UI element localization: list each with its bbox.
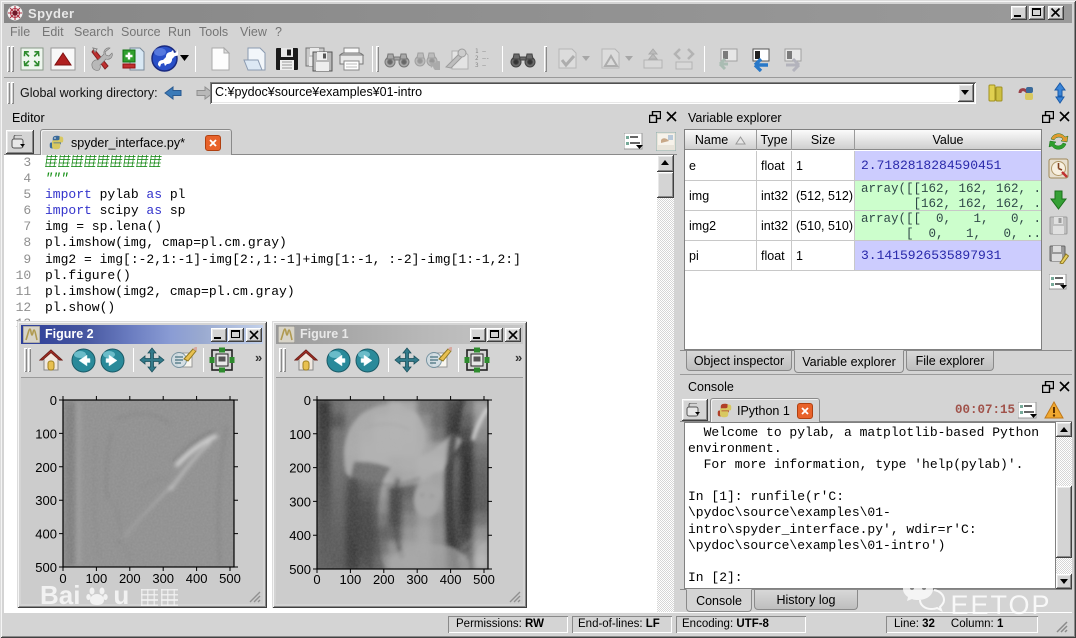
svg-text:500: 500: [219, 571, 241, 586]
svg-text:500: 500: [289, 562, 311, 577]
svg-text:400: 400: [289, 528, 311, 543]
svg-text:0: 0: [50, 393, 57, 408]
svg-text:300: 300: [289, 494, 311, 509]
svg-text:100: 100: [340, 572, 362, 587]
svg-text:500: 500: [473, 572, 495, 587]
svg-text:100: 100: [289, 427, 311, 442]
svg-text:3 —: 3 —: [475, 62, 486, 69]
svg-text:200: 200: [35, 460, 57, 475]
svg-text:400: 400: [186, 571, 208, 586]
svg-text:0: 0: [304, 393, 311, 408]
svg-text:200: 200: [373, 572, 395, 587]
svg-text:300: 300: [35, 493, 57, 508]
svg-text:300: 300: [406, 572, 428, 587]
svg-text:1 —: 1 —: [475, 48, 486, 55]
svg-text:100: 100: [35, 426, 57, 441]
svg-text:0: 0: [313, 572, 320, 587]
svg-text:2 —-: 2 —-: [475, 55, 489, 62]
svg-text:400: 400: [440, 572, 462, 587]
svg-text:500: 500: [35, 560, 57, 575]
svg-text:200: 200: [289, 461, 311, 476]
svg-text:400: 400: [35, 527, 57, 542]
